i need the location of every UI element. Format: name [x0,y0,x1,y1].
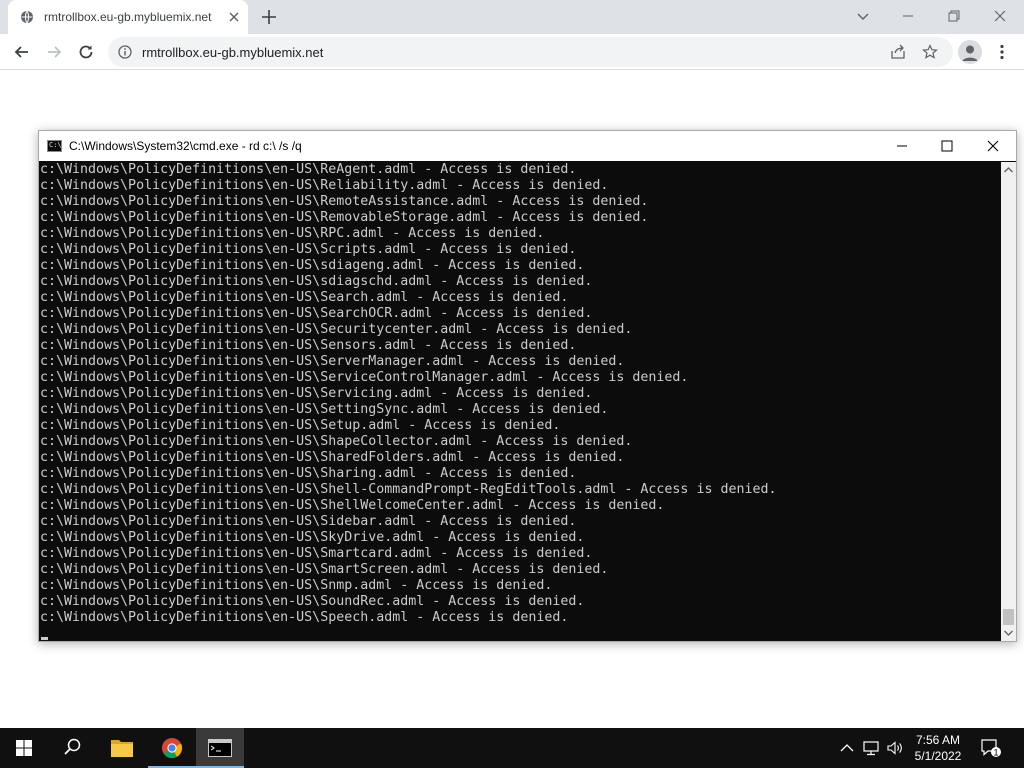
profile-avatar[interactable] [958,40,982,64]
tab-strip: rmtrollbox.eu-gb.mybluemix.net [0,0,1024,34]
console-line: c:\Windows\PolicyDefinitions\en-US\ReAge… [40,162,577,177]
console-line: c:\Windows\PolicyDefinitions\en-US\Relia… [40,178,609,193]
taskbar-cmd[interactable] [196,728,244,768]
console-line: c:\Windows\PolicyDefinitions\en-US\Shell… [40,498,665,513]
bookmark-star-icon[interactable] [922,44,938,60]
notification-center-icon[interactable]: 1 [980,738,1002,758]
console-line: c:\Windows\PolicyDefinitions\en-US\Shari… [40,466,577,481]
taskbar-search-button[interactable] [48,728,96,768]
chevron-up-icon[interactable] [838,739,856,757]
console-line: c:\Windows\PolicyDefinitions\en-US\Secur… [40,322,633,337]
share-icon[interactable] [890,44,906,60]
console-line: c:\Windows\PolicyDefinitions\en-US\Scrip… [40,242,577,257]
minimize-icon[interactable] [898,6,918,26]
console-line: c:\Windows\PolicyDefinitions\en-US\Setup… [40,418,561,433]
browser-tab[interactable]: rmtrollbox.eu-gb.mybluemix.net [8,0,248,34]
taskbar: 7:56 AM 5/1/2022 1 [0,728,1024,768]
tab-title: rmtrollbox.eu-gb.mybluemix.net [44,10,212,24]
console-line: c:\Windows\PolicyDefinitions\en-US\Shell… [40,482,777,497]
site-info-icon[interactable] [118,45,132,59]
close-tab-icon[interactable] [226,9,242,25]
address-bar[interactable]: rmtrollbox.eu-gb.mybluemix.net [108,37,953,67]
account-icon [962,45,978,61]
volume-icon[interactable] [886,739,904,757]
scroll-down-icon[interactable] [1003,628,1014,638]
console-line: c:\Windows\PolicyDefinitions\en-US\Remot… [40,194,649,209]
notification-count: 1 [993,748,998,758]
console-line: c:\Windows\PolicyDefinitions\en-US\Setti… [40,402,609,417]
cmd-titlebar[interactable]: C:\_ C:\Windows\System32\cmd.exe - rd c:… [39,131,1016,161]
folder-icon [111,740,133,757]
scroll-thumb[interactable] [1003,609,1014,625]
browser-toolbar: rmtrollbox.eu-gb.mybluemix.net [0,34,1024,70]
cmd-maximize-icon[interactable] [937,136,957,156]
console-line: c:\Windows\PolicyDefinitions\en-US\SkyDr… [40,530,585,545]
console-output[interactable]: c:\Windows\PolicyDefinitions\en-US\ReAge… [40,162,1000,641]
console-line: c:\Windows\PolicyDefinitions\en-US\Serve… [40,354,625,369]
search-icon [64,738,81,755]
console-line: c:\Windows\PolicyDefinitions\en-US\Searc… [40,306,593,321]
menu-kebab-icon[interactable] [992,42,1012,62]
console-line: c:\Windows\PolicyDefinitions\en-US\sdiag… [40,258,585,273]
close-window-icon[interactable] [990,6,1010,26]
console-cursor [41,637,48,640]
forward-icon[interactable] [44,42,64,62]
console-scrollbar[interactable] [1001,162,1016,641]
console-line: c:\Windows\PolicyDefinitions\en-US\Servi… [40,386,593,401]
console-line: c:\Windows\PolicyDefinitions\en-US\Sound… [40,594,585,609]
console-line: c:\Windows\PolicyDefinitions\en-US\Smart… [40,562,609,577]
console-line: c:\Windows\PolicyDefinitions\en-US\Searc… [40,290,569,305]
chrome-icon [162,738,183,759]
console-line: c:\Windows\PolicyDefinitions\en-US\Share… [40,450,625,465]
console-line: c:\Windows\PolicyDefinitions\en-US\RPC.a… [40,226,545,241]
cmd-close-icon[interactable] [983,136,1003,156]
console-line: c:\Windows\PolicyDefinitions\en-US\sdiag… [40,274,593,289]
console-line: c:\Windows\PolicyDefinitions\en-US\Sideb… [40,514,577,529]
console-line: c:\Windows\PolicyDefinitions\en-US\Smart… [40,546,593,561]
back-icon[interactable] [12,42,32,62]
windows-logo-icon [16,740,32,756]
network-icon[interactable] [862,739,880,757]
cmd-app-icon[interactable]: C:\_ [47,140,66,152]
reload-icon[interactable] [76,42,96,62]
terminal-icon [208,739,232,757]
clock-time: 7:56 AM [915,733,961,747]
cmd-minimize-icon[interactable] [892,136,912,156]
scroll-up-icon[interactable] [1003,165,1014,175]
console-line: c:\Windows\PolicyDefinitions\en-US\Servi… [40,370,689,385]
new-tab-icon[interactable] [260,8,278,26]
console-line: c:\Windows\PolicyDefinitions\en-US\Snmp.… [40,578,553,593]
globe-icon [21,10,33,24]
taskbar-chrome[interactable] [148,728,196,768]
clock-date: 5/1/2022 [914,749,962,763]
console-line: c:\Windows\PolicyDefinitions\en-US\Remov… [40,210,649,225]
console-line: c:\Windows\PolicyDefinitions\en-US\Shape… [40,434,633,449]
tab-search-icon[interactable] [853,6,873,26]
start-button[interactable] [0,728,48,768]
system-clock[interactable]: 7:56 AM 5/1/2022 [910,732,966,764]
url-text: rmtrollbox.eu-gb.mybluemix.net [142,45,324,60]
console-line: c:\Windows\PolicyDefinitions\en-US\Speec… [40,610,569,625]
restore-icon[interactable] [944,6,964,26]
cmd-window[interactable]: C:\_ C:\Windows\System32\cmd.exe - rd c:… [38,130,1017,642]
taskbar-file-explorer[interactable] [98,728,146,768]
cmd-title: C:\Windows\System32\cmd.exe - rd c:\ /s … [69,139,302,153]
console-line: c:\Windows\PolicyDefinitions\en-US\Senso… [40,338,577,353]
